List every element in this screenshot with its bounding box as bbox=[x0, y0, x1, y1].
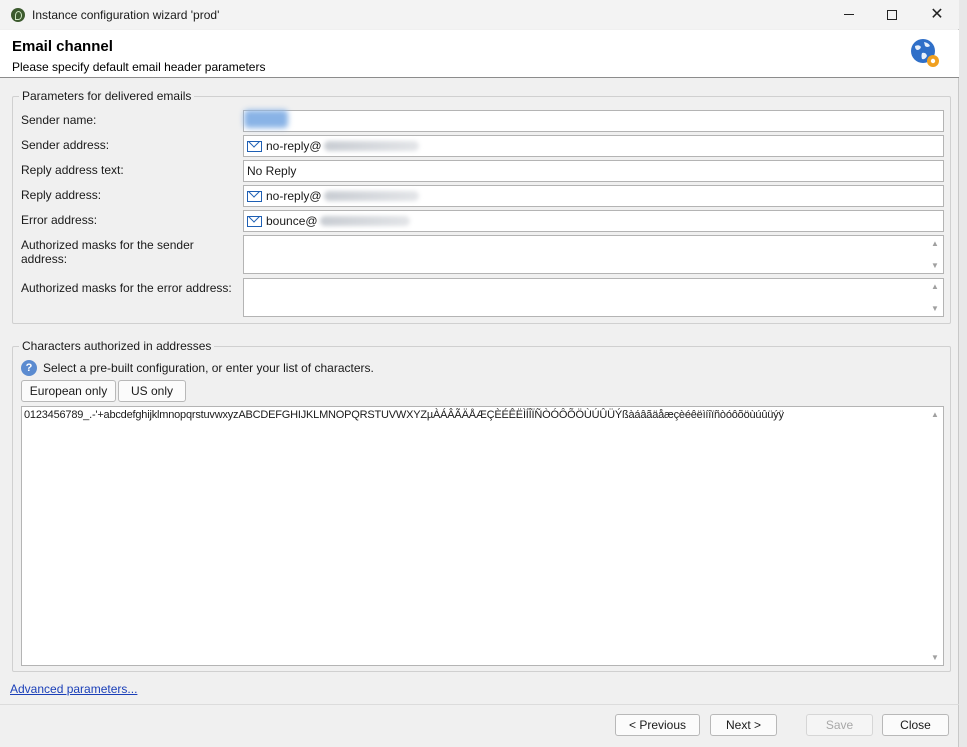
scroll-up-icon[interactable]: ▲ bbox=[931, 410, 939, 419]
characters-value: 0123456789_.-'+abcdefghijklmnopqrstuvwxy… bbox=[24, 409, 784, 421]
auth-sender-textarea[interactable]: ▲ ▼ bbox=[243, 235, 944, 274]
reply-address-field[interactable]: no-reply@ bbox=[243, 185, 944, 207]
help-icon: ? bbox=[21, 360, 37, 376]
redacted-domain bbox=[323, 141, 419, 151]
scrollbar[interactable]: ▲ ▼ bbox=[927, 236, 943, 273]
previous-button[interactable]: < Previous bbox=[615, 714, 700, 736]
error-address-value: bounce@ bbox=[266, 214, 318, 228]
reply-text-value: No Reply bbox=[247, 164, 297, 178]
page-title: Email channel bbox=[12, 38, 113, 55]
title-bar: Instance configuration wizard 'prod' ✕ bbox=[0, 0, 959, 29]
error-address-label: Error address: bbox=[21, 213, 98, 227]
page-subtitle: Please specify default email header para… bbox=[12, 60, 266, 74]
sender-name-field[interactable] bbox=[243, 110, 944, 132]
redacted-domain bbox=[319, 216, 410, 226]
close-button[interactable]: Close bbox=[882, 714, 949, 736]
characters-group: Characters authorized in addresses ? Sel… bbox=[12, 339, 951, 672]
scroll-down-icon[interactable]: ▼ bbox=[931, 653, 939, 662]
characters-legend: Characters authorized in addresses bbox=[19, 339, 215, 353]
advanced-parameters-link[interactable]: Advanced parameters... bbox=[10, 682, 137, 696]
scroll-down-icon[interactable]: ▼ bbox=[931, 304, 939, 313]
redacted-domain bbox=[323, 191, 419, 201]
maximize-button[interactable] bbox=[869, 0, 915, 29]
close-window-button[interactable]: ✕ bbox=[914, 0, 960, 29]
close-icon: ✕ bbox=[930, 5, 944, 23]
auth-error-label: Authorized masks for the error address: bbox=[21, 281, 232, 295]
scrollbar[interactable]: ▲ ▼ bbox=[927, 279, 943, 316]
scroll-up-icon[interactable]: ▲ bbox=[931, 282, 939, 291]
mail-icon bbox=[247, 215, 262, 227]
european-only-button[interactable]: European only bbox=[21, 380, 116, 402]
characters-hint: Select a pre-built configuration, or ent… bbox=[43, 361, 374, 375]
next-button[interactable]: Next > bbox=[710, 714, 777, 736]
reply-address-label: Reply address: bbox=[21, 188, 102, 202]
wizard-window: Instance configuration wizard 'prod' ✕ E… bbox=[0, 0, 959, 747]
auth-sender-label: Authorized masks for the sender address: bbox=[21, 238, 194, 266]
app-logo-icon bbox=[11, 7, 25, 22]
footer-divider bbox=[0, 704, 959, 705]
sender-address-value: no-reply@ bbox=[266, 139, 322, 153]
maximize-icon bbox=[887, 9, 897, 20]
us-only-button[interactable]: US only bbox=[118, 380, 186, 402]
wizard-header: Email channel Please specify default ema… bbox=[0, 30, 959, 78]
scrollbar[interactable]: ▲ ▼ bbox=[927, 407, 943, 665]
minimize-button[interactable] bbox=[826, 0, 872, 29]
scroll-up-icon[interactable]: ▲ bbox=[931, 239, 939, 248]
background-window-strip bbox=[959, 0, 967, 747]
window-title: Instance configuration wizard 'prod' bbox=[32, 7, 220, 22]
mail-icon bbox=[247, 190, 262, 202]
error-address-field[interactable]: bounce@ bbox=[243, 210, 944, 232]
save-button[interactable]: Save bbox=[806, 714, 873, 736]
reply-text-label: Reply address text: bbox=[21, 163, 124, 177]
mail-icon bbox=[247, 140, 262, 152]
reply-address-value: no-reply@ bbox=[266, 189, 322, 203]
scroll-down-icon[interactable]: ▼ bbox=[931, 261, 939, 270]
auth-error-textarea[interactable]: ▲ ▼ bbox=[243, 278, 944, 317]
sender-address-field[interactable]: no-reply@ bbox=[243, 135, 944, 157]
sender-address-label: Sender address: bbox=[21, 138, 110, 152]
characters-textarea[interactable]: 0123456789_.-'+abcdefghijklmnopqrstuvwxy… bbox=[21, 406, 944, 666]
sender-name-label: Sender name: bbox=[21, 113, 97, 127]
delivered-emails-legend: Parameters for delivered emails bbox=[19, 89, 195, 103]
reply-text-field[interactable]: No Reply bbox=[243, 160, 944, 182]
globe-gear-icon bbox=[911, 39, 939, 67]
minimize-icon bbox=[844, 14, 854, 15]
delivered-emails-group: Parameters for delivered emails Sender n… bbox=[12, 89, 951, 324]
redacted-sender-name bbox=[244, 110, 288, 128]
